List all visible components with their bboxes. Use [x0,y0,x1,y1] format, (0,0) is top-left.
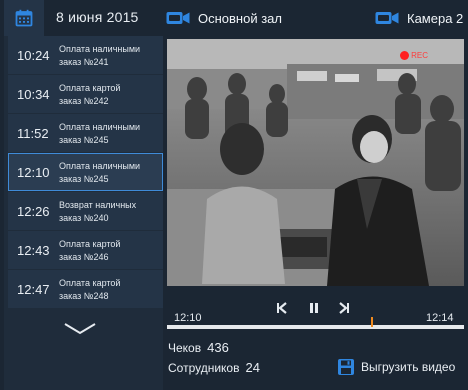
skip-back-button[interactable] [274,300,290,316]
event-time: 12:43 [17,243,50,258]
event-list: 10:24 Оплата наличными заказ №241 10:34 … [8,36,163,309]
calendar-icon [15,9,33,27]
sidebar-header: 8 июня 2015 [4,0,163,36]
staff-value: 24 [245,360,260,375]
checks-value: 436 [207,340,229,355]
event-time: 12:47 [17,282,50,297]
checks-stat: Чеков 436 [168,340,229,355]
record-dot-icon [400,51,410,60]
event-item[interactable]: 10:24 Оплата наличными заказ №241 [8,36,163,74]
event-order: заказ №242 [59,96,109,106]
event-type: Оплата картой [59,83,121,93]
event-item[interactable]: 11:52 Оплата наличными заказ №245 [8,114,163,152]
event-time: 12:10 [17,165,50,180]
event-order: заказ №241 [59,57,109,67]
event-type: Оплата картой [59,278,121,288]
chevron-down-icon [64,323,96,335]
video-camera-icon [375,12,399,24]
event-type: Оплата наличными [59,161,141,171]
app-window: 8 июня 2015 10:24 Оплата наличными заказ… [0,0,468,390]
checks-label: Чеков [168,341,202,355]
event-type: Оплата картой [59,239,121,249]
staff-stat: Сотрудников 24 [168,360,260,375]
event-item-selected[interactable]: 12:10 Оплата наличными заказ №245 [8,153,163,191]
surveillance-frame-image [167,39,464,286]
event-time: 10:24 [17,48,50,63]
event-time: 10:34 [17,87,50,102]
event-type: Оплата наличными [59,122,141,132]
event-order: заказ №245 [59,174,109,184]
export-video-button[interactable]: Выгрузить видео [337,358,455,376]
timeline-track[interactable] [167,317,464,329]
rec-label: REC [411,51,428,60]
skip-forward-button[interactable] [336,300,352,316]
event-order: заказ №248 [59,291,109,301]
timeline-start-time: 12:10 [174,312,202,324]
event-time: 12:26 [17,204,50,219]
event-item[interactable]: 12:47 Оплата картой заказ №248 [8,270,163,308]
event-order: заказ №245 [59,135,109,145]
current-date[interactable]: 8 июня 2015 [56,9,139,25]
event-order: заказ №246 [59,252,109,262]
event-order: заказ №240 [59,213,109,223]
event-item[interactable]: 12:26 Возврат наличных заказ №240 [8,192,163,230]
event-sidebar: 8 июня 2015 10:24 Оплата наличными заказ… [4,0,163,390]
export-label: Выгрузить видео [361,360,456,374]
calendar-button[interactable] [4,0,44,36]
timeline-playhead[interactable] [371,317,373,327]
staff-label: Сотрудников [168,361,240,375]
recording-indicator: REC [400,51,428,60]
pause-button[interactable] [306,300,322,316]
event-item[interactable]: 12:43 Оплата картой заказ №246 [8,231,163,269]
camera-tab-2[interactable]: Камера 2 [375,8,463,28]
save-icon [338,359,354,375]
camera-name: Камера 2 [407,10,464,26]
timeline-end-time: 12:14 [426,312,454,324]
event-type: Оплата наличными [59,44,141,54]
event-item[interactable]: 10:34 Оплата картой заказ №242 [8,75,163,113]
camera-tab-main[interactable]: Основной зал [166,8,282,28]
event-time: 11:52 [17,126,49,141]
scroll-down-button[interactable] [64,322,96,340]
video-camera-icon [166,12,190,24]
playback-controls [270,300,360,318]
camera-name: Основной зал [198,10,282,26]
video-feed[interactable]: REC [167,39,464,286]
event-type: Возврат наличных [59,200,137,210]
